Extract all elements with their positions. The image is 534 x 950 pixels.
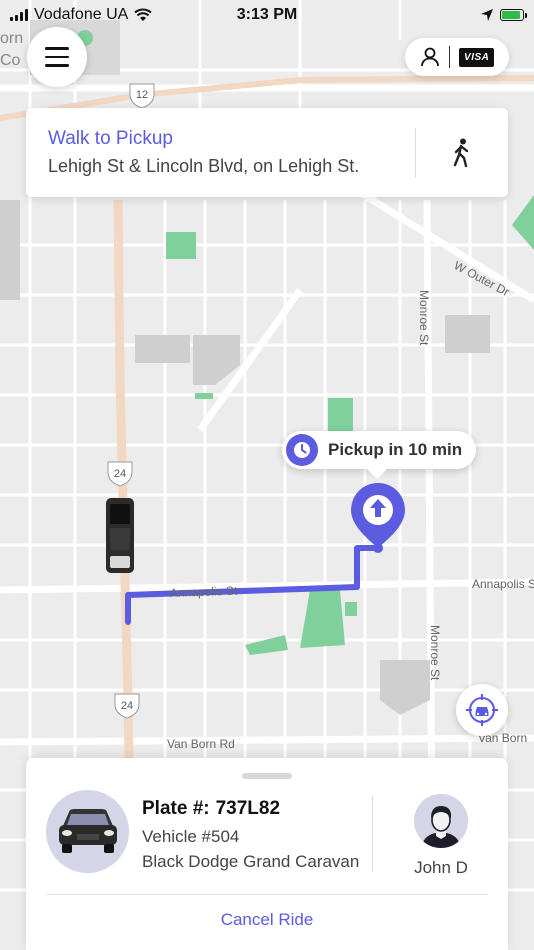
driver-person-icon xyxy=(422,806,460,848)
sheet-vertical-divider xyxy=(372,796,373,872)
vehicle-number: Vehicle #504 xyxy=(142,827,240,846)
menu-button[interactable] xyxy=(27,27,87,87)
driver-avatar xyxy=(414,794,468,848)
pickup-eta-bubble: Pickup in 10 min xyxy=(282,431,477,469)
locate-vehicle-button[interactable] xyxy=(456,684,508,736)
locate-vehicle-icon xyxy=(466,694,498,726)
ride-details-sheet[interactable]: Plate #: 737L82 Vehicle #504 Black Dodge … xyxy=(26,758,508,950)
pickup-eta-text: Pickup in 10 min xyxy=(328,440,463,459)
pill-divider xyxy=(448,46,450,68)
sheet-horizontal-divider xyxy=(46,894,488,895)
status-right xyxy=(480,8,527,22)
cellular-signal-icon xyxy=(10,9,28,21)
walk-title: Walk to Pickup xyxy=(48,128,173,149)
walking-mode-button[interactable] xyxy=(416,138,508,168)
wifi-icon xyxy=(134,8,152,21)
plate-line: Plate #: 737L82 xyxy=(142,798,359,820)
walk-to-pickup-card[interactable]: Walk to Pickup Lehigh St & Lincoln Blvd,… xyxy=(26,108,508,197)
status-left: Vodafone UA xyxy=(10,6,152,24)
sheet-grabber-handle[interactable] xyxy=(242,773,292,779)
plate-label: Plate #: xyxy=(142,798,210,819)
carrier-name: Vodafone UA xyxy=(34,6,129,23)
walk-text: Walk to Pickup Lehigh St & Lincoln Blvd,… xyxy=(26,128,415,177)
hamburger-menu-icon xyxy=(45,44,69,70)
shield-24-upper-label: 24 xyxy=(114,468,126,480)
vehicle-avatar xyxy=(46,790,129,873)
visa-card-icon[interactable]: VISA xyxy=(459,47,495,67)
plate-number: 737L82 xyxy=(215,798,281,819)
status-bar: Vodafone UA 3:13 PM xyxy=(0,0,534,30)
profile-payment-pill[interactable]: VISA xyxy=(405,38,509,76)
clock-icon xyxy=(286,434,318,466)
street-label-monroe-upper: Monroe St xyxy=(417,290,431,346)
minivan-icon xyxy=(58,808,117,853)
street-label-van-born-left: Van Born Rd xyxy=(167,737,235,751)
street-label-annapolis-left: Annapolis St xyxy=(170,584,238,600)
shield-12-label: 12 xyxy=(136,89,148,101)
shield-24-lower-label: 24 xyxy=(121,700,133,712)
vehicle-model: Black Dodge Grand Caravan xyxy=(142,852,360,871)
driver-info[interactable]: John D xyxy=(402,794,480,878)
ride-info: Plate #: 737L82 Vehicle #504 Black Dodge … xyxy=(142,798,359,877)
street-label-annapolis-right: Annapolis S xyxy=(472,577,534,591)
vehicle-marker xyxy=(106,498,134,573)
driver-name: John D xyxy=(414,858,468,877)
person-icon[interactable] xyxy=(420,47,440,67)
battery-charging-icon xyxy=(500,9,527,21)
cancel-ride-button[interactable]: Cancel Ride xyxy=(26,910,508,930)
poi-label-fragment-1: orn xyxy=(0,30,23,47)
poi-label-fragment-2: Co xyxy=(0,52,21,69)
location-arrow-icon xyxy=(481,9,493,21)
street-label-monroe-lower: Monroe St xyxy=(428,625,442,681)
walk-address: Lehigh St & Lincoln Blvd, on Lehigh St. xyxy=(48,156,360,176)
walking-person-icon xyxy=(453,138,469,167)
